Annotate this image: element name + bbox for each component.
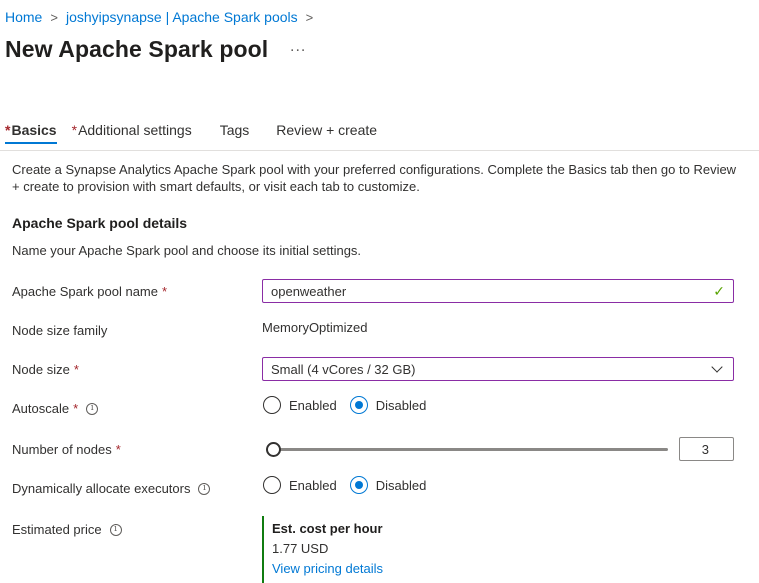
required-marker: * [73, 362, 79, 377]
pool-name-value: openweather [271, 283, 347, 299]
tab-review-create[interactable]: Review + create [276, 122, 377, 144]
node-size-value: Small (4 vCores / 32 GB) [271, 361, 416, 377]
autoscale-label-text: Autoscale [12, 401, 70, 416]
breadcrumb: Home > joshyipsynapse | Apache Spark poo… [5, 9, 321, 25]
dynamic-executors-label: Dynamically allocate executors i [12, 481, 211, 496]
tab-additional-settings-label: Additional settings [78, 122, 192, 138]
tab-tags[interactable]: Tags [220, 122, 250, 144]
dynamic-executors-enabled-radio[interactable] [263, 476, 281, 494]
slider-track[interactable] [270, 448, 668, 451]
dynamic-executors-disabled-radio[interactable] [349, 476, 368, 494]
info-icon[interactable]: i [109, 523, 122, 536]
required-marker: * [115, 442, 121, 457]
tab-additional-settings[interactable]: *Additional settings [72, 122, 192, 144]
section-title: Apache Spark pool details [12, 215, 188, 231]
number-of-nodes-slider[interactable] [266, 441, 668, 457]
breadcrumb-home-link[interactable]: Home [5, 9, 42, 25]
tab-review-create-label: Review + create [276, 122, 378, 138]
autoscale-label: Autoscale * i [12, 401, 99, 416]
node-size-dropdown[interactable]: Small (4 vCores / 32 GB) [262, 357, 734, 381]
required-marker: * [71, 122, 78, 138]
info-icon[interactable]: i [86, 402, 99, 415]
number-of-nodes-input[interactable]: 3 [679, 437, 734, 461]
intro-text: Create a Synapse Analytics Apache Spark … [12, 162, 737, 194]
number-of-nodes-label-text: Number of nodes [12, 442, 112, 457]
dynamic-executors-label-text: Dynamically allocate executors [12, 481, 191, 496]
section-subtitle: Name your Apache Spark pool and choose i… [12, 243, 362, 258]
dynamic-executors-disabled-label[interactable]: Disabled [376, 478, 427, 493]
tab-basics[interactable]: *Basics [5, 122, 57, 144]
estimated-price-label: Estimated price i [12, 522, 122, 537]
breadcrumb-spark-pools-link[interactable]: joshyipsynapse | Apache Spark pools [66, 9, 298, 25]
more-options-button[interactable]: ... [290, 38, 306, 56]
estimated-price-label-text: Estimated price [12, 522, 102, 537]
view-pricing-details-link[interactable]: View pricing details [272, 561, 383, 576]
dynamic-executors-radio-group: Enabled Disabled [263, 476, 439, 494]
node-size-label-text: Node size [12, 362, 70, 377]
page-title: New Apache Spark pool [5, 36, 269, 62]
chevron-right-icon: > [50, 9, 58, 25]
dynamic-executors-enabled-label[interactable]: Enabled [289, 478, 337, 493]
autoscale-enabled-radio[interactable] [263, 396, 281, 414]
node-size-family-label-text: Node size family [12, 323, 108, 338]
node-size-family-value: MemoryOptimized [262, 320, 368, 335]
radio-dot [354, 401, 363, 409]
required-marker: * [161, 284, 168, 299]
tab-tags-label: Tags [219, 122, 250, 138]
estimated-price-box: Est. cost per hour 1.77 USD View pricing… [262, 516, 383, 583]
pool-name-input[interactable]: openweather ✓ [262, 279, 734, 303]
tab-divider [0, 150, 759, 151]
checkmark-icon: ✓ [713, 282, 725, 299]
chevron-down-icon [711, 361, 723, 373]
autoscale-disabled-label[interactable]: Disabled [376, 398, 427, 413]
chevron-right-icon: > [305, 9, 314, 25]
autoscale-enabled-label[interactable]: Enabled [289, 398, 337, 413]
autoscale-radio-group: Enabled Disabled [263, 396, 439, 414]
radio-dot [354, 481, 363, 489]
node-size-family-label: Node size family [12, 323, 107, 338]
tab-basics-label: Basics [11, 122, 57, 138]
pool-name-label-text: Apache Spark pool name [12, 284, 158, 299]
slider-thumb[interactable] [266, 442, 281, 457]
tab-bar: *Basics *Additional settings Tags Review… [5, 122, 404, 144]
pool-name-label: Apache Spark pool name * [12, 284, 167, 299]
node-size-label: Node size * [12, 362, 79, 377]
price-title: Est. cost per hour [272, 521, 383, 536]
number-of-nodes-value: 3 [701, 441, 709, 457]
autoscale-disabled-radio[interactable] [349, 396, 368, 414]
required-marker: * [73, 401, 79, 416]
number-of-nodes-label: Number of nodes * [12, 442, 121, 457]
price-value: 1.77 USD [272, 541, 329, 556]
required-marker: * [5, 122, 11, 138]
info-icon[interactable]: i [198, 482, 211, 495]
